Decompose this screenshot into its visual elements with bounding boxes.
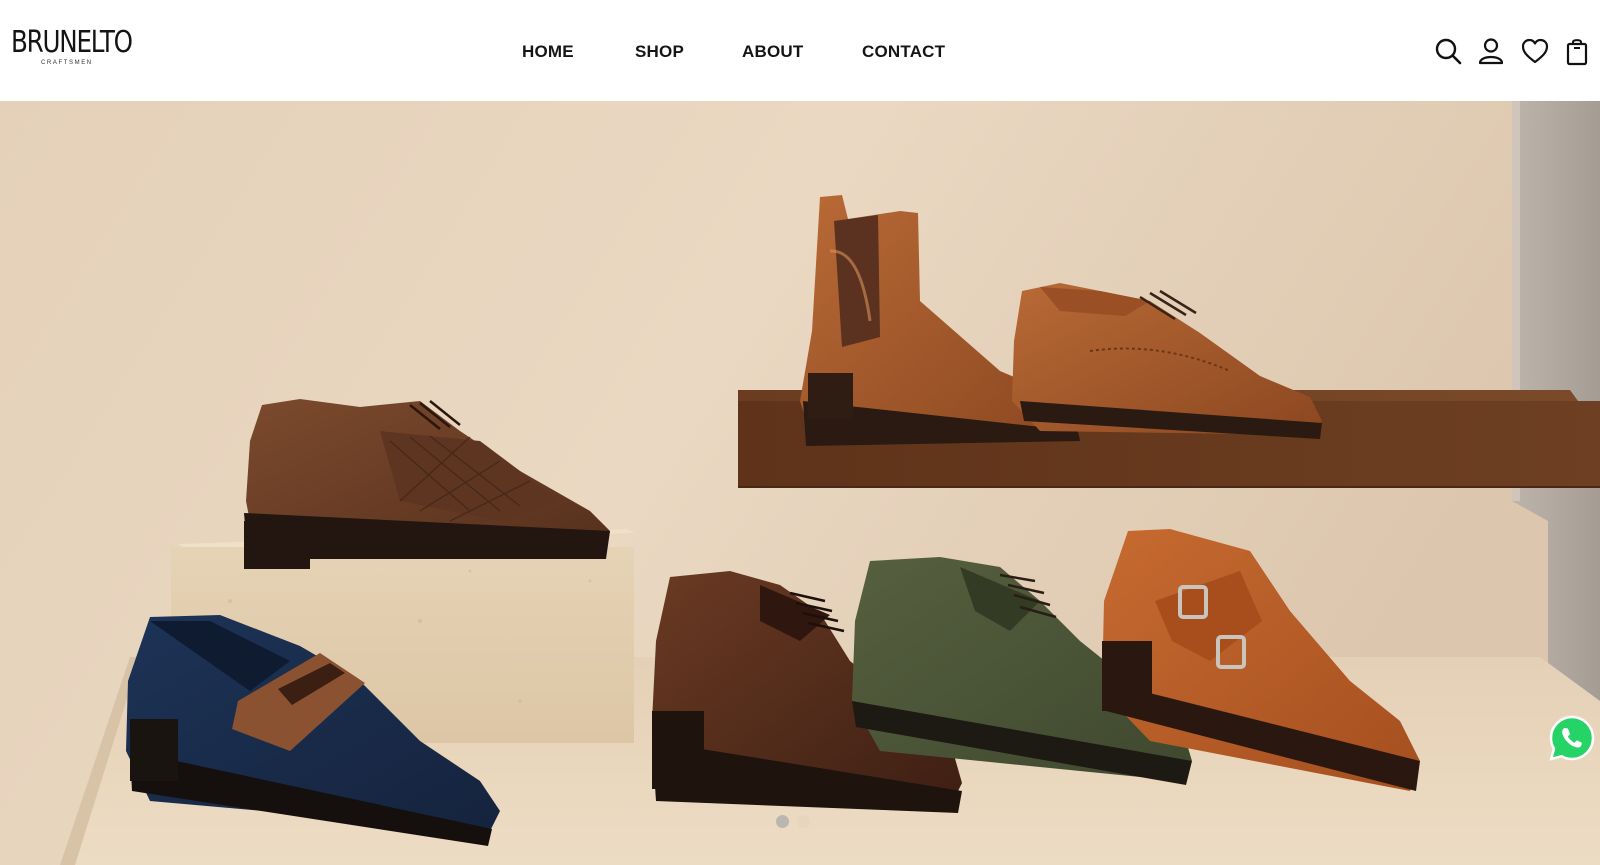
hero-image-shoe-display [0,101,1600,865]
shopping-bag-icon[interactable] [1562,36,1592,66]
nav-about[interactable]: ABOUT [742,40,803,64]
whatsapp-icon [1549,715,1595,761]
whatsapp-chat-button[interactable] [1548,714,1596,762]
site-header: BRUNELTO CRAFTSMEN HOME SHOP ABOUT CONTA… [0,0,1600,101]
nav-contact[interactable]: CONTACT [862,40,945,64]
slider-pagination [776,815,818,829]
wishlist-heart-icon[interactable] [1520,36,1550,66]
hero-banner [0,101,1600,865]
slider-dot-1[interactable] [776,815,789,828]
nav-shop[interactable]: SHOP [635,40,684,64]
search-icon[interactable] [1433,36,1463,66]
header-icons [1400,36,1600,68]
main-navigation: HOME SHOP ABOUT CONTACT [0,40,1600,64]
slider-dot-2[interactable] [797,815,810,828]
account-icon[interactable] [1476,36,1506,66]
nav-home[interactable]: HOME [522,40,574,64]
